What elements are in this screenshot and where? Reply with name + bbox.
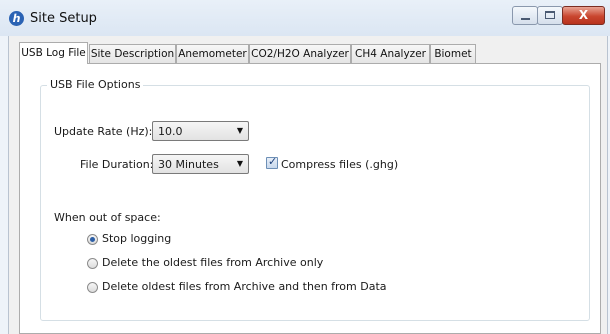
group-title: USB File Options — [47, 78, 144, 91]
window-title: Site Setup — [30, 11, 97, 26]
chevron-down-icon: ▼ — [236, 126, 243, 135]
compress-files-checkbox[interactable]: ✓ — [266, 155, 278, 169]
tab-usb-log-file[interactable]: USB Log File — [19, 42, 88, 64]
delete-archive-only-label: Delete the oldest files from Archive onl… — [102, 256, 324, 269]
tab-anemometer[interactable]: Anemometer — [176, 44, 249, 63]
tab-co2-h2o-analyzer[interactable]: CO2/H2O Analyzer — [249, 44, 351, 63]
title-bar: ℎ Site Setup X — [0, 0, 610, 36]
radio-dot-icon — [90, 237, 95, 242]
update-rate-label: Update Rate (Hz): — [54, 125, 153, 138]
minimize-button[interactable] — [512, 6, 538, 25]
delete-archive-only-radio[interactable] — [87, 258, 98, 269]
tab-biomet[interactable]: Biomet — [430, 44, 476, 63]
delete-archive-then-data-radio[interactable] — [87, 282, 98, 293]
minimize-icon — [521, 18, 530, 20]
file-duration-label: File Duration: — [80, 158, 154, 171]
usb-file-options-group: USB File Options Update Rate (Hz): 10.0 … — [40, 78, 590, 321]
file-duration-value: 30 Minutes — [158, 158, 219, 171]
out-of-space-label: When out of space: — [54, 211, 161, 224]
compress-files-label: Compress files (.ghg) — [281, 158, 399, 171]
dialog-body: USB Log File Site Description Anemometer… — [8, 36, 608, 334]
usb-log-file-panel: USB File Options Update Rate (Hz): 10.0 … — [19, 63, 601, 334]
maximize-icon — [545, 11, 555, 19]
file-duration-select[interactable]: 30 Minutes ▼ — [152, 154, 249, 174]
chevron-down-icon: ▼ — [236, 159, 243, 168]
stop-logging-label: Stop logging — [102, 232, 172, 245]
update-rate-select[interactable]: 10.0 ▼ — [152, 121, 249, 141]
close-icon: X — [578, 8, 589, 22]
checkmark-icon: ✓ — [268, 155, 278, 168]
delete-archive-then-data-label: Delete oldest files from Archive and the… — [102, 280, 387, 293]
maximize-button[interactable] — [537, 6, 563, 25]
close-button[interactable]: X — [562, 6, 605, 25]
tab-site-description[interactable]: Site Description — [89, 44, 176, 63]
tab-ch4-analyzer[interactable]: CH4 Analyzer — [351, 44, 430, 63]
update-rate-value: 10.0 — [158, 125, 183, 138]
app-logo-icon: ℎ — [9, 11, 24, 26]
stop-logging-radio[interactable] — [87, 234, 98, 245]
